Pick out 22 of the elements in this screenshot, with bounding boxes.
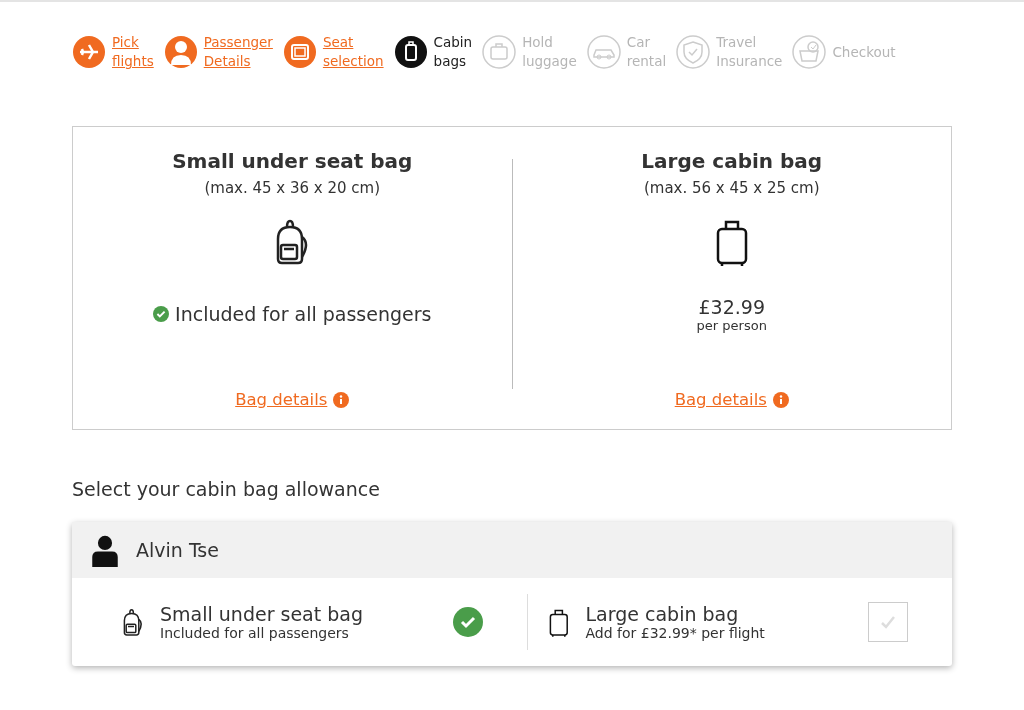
- option-subtitle: Add for £32.99* per flight: [585, 625, 766, 641]
- check-icon: [153, 306, 170, 322]
- bag-title: Small under seat bag: [172, 149, 413, 173]
- bag-dimensions: (max. 56 x 45 x 25 cm): [643, 179, 820, 197]
- section-heading: Select your cabin bag allowance: [72, 478, 381, 500]
- info-icon: [333, 391, 350, 408]
- checkbox[interactable]: [868, 602, 908, 642]
- option-subtitle: Included for all passengers: [160, 625, 350, 641]
- step-link[interactable]: Pick flights: [112, 33, 154, 71]
- option-title: Small under seat bag: [160, 603, 364, 625]
- bag-details-link[interactable]: Bag details: [674, 390, 789, 409]
- step-link[interactable]: Passenger Details: [203, 33, 273, 71]
- step-link[interactable]: Seat selection: [322, 33, 384, 71]
- option-title: Large cabin bag: [585, 603, 740, 625]
- price-unit: per person: [696, 317, 767, 333]
- bag-price: £32.99: [698, 295, 765, 318]
- included-text: Included for all passengers: [175, 303, 432, 325]
- bag-title: Large cabin bag: [641, 149, 823, 173]
- info-icon: [772, 391, 789, 408]
- bag-details-link[interactable]: Bag details: [235, 390, 350, 409]
- passenger-name: Alvin Tse: [136, 539, 219, 561]
- bag-dimensions: (max. 45 x 36 x 20 cm): [204, 179, 381, 197]
